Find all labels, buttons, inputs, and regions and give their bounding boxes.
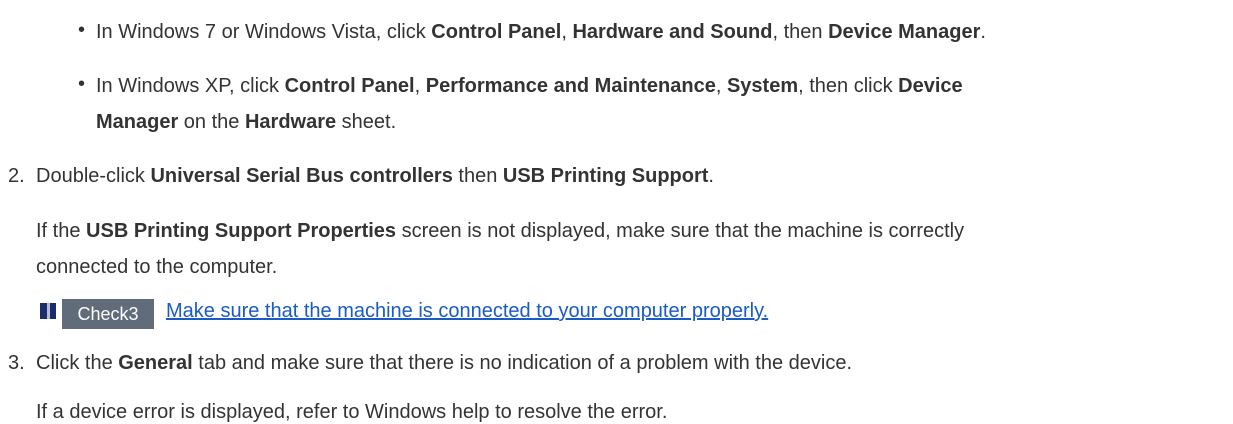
check-label: Check3 [62, 299, 154, 329]
step-3-text: Click the General tab and make sure that… [36, 352, 853, 374]
bullet-marker: • [78, 73, 86, 95]
bullet-marker: • [78, 19, 86, 41]
step-3-note: If a device error is displayed, refer to… [36, 401, 668, 423]
step-number: 2. [8, 165, 25, 187]
check-marker-icon [40, 303, 56, 319]
step-2-note-line2: connected to the computer. [36, 256, 278, 278]
bullet-item-windowsxp: In Windows XP, click Control Panel, Perf… [96, 75, 963, 97]
step-2-note-line1: If the USB Printing Support Properties s… [36, 220, 965, 242]
step-2-text: Double-click Universal Serial Bus contro… [36, 165, 714, 187]
check-link[interactable]: Make sure that the machine is connected … [166, 299, 768, 323]
bullet-item-windowsxp-cont: Manager on the Hardware sheet. [96, 111, 397, 133]
step-number: 3. [8, 352, 25, 374]
bullet-item-windows7: In Windows 7 or Windows Vista, click Con… [96, 21, 986, 43]
